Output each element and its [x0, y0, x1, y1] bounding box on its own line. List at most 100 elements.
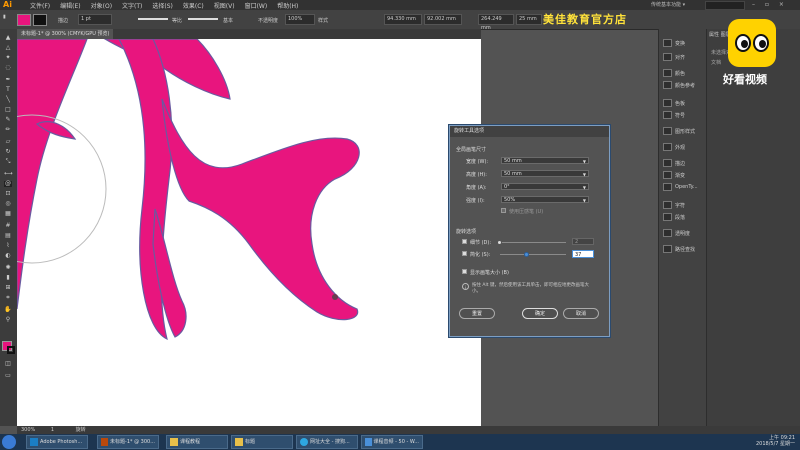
artboard[interactable] — [17, 39, 481, 426]
panel-color-guide[interactable]: 颜色参考 — [663, 81, 695, 89]
task-photoshop[interactable]: Adobe Photosh... — [26, 435, 88, 449]
menu-edit[interactable]: 编辑(E) — [60, 1, 80, 10]
reset-button[interactable]: 重置 — [459, 308, 495, 319]
menu-file[interactable]: 文件(F) — [30, 1, 50, 10]
task-label: 标题 — [245, 439, 256, 445]
menu-object[interactable]: 对象(O) — [91, 1, 112, 10]
pen-tool-icon[interactable]: ✒ — [4, 77, 12, 83]
pressure-checkbox[interactable] — [501, 208, 506, 213]
menu-select[interactable]: 选择(S) — [152, 1, 173, 10]
type-tool-icon[interactable]: T — [4, 87, 12, 93]
paintbrush-tool-icon[interactable]: ✎ — [4, 117, 12, 123]
task-illustrator[interactable]: 未标题-1* @ 300... — [97, 435, 159, 449]
search-field[interactable] — [705, 1, 745, 10]
system-clock[interactable]: 上午 09:21 2018/5/7 星期一 — [756, 435, 795, 447]
column-graph-tool-icon[interactable]: ▮ — [4, 275, 12, 281]
free-transform-tool-icon[interactable]: ⊡ — [4, 191, 12, 197]
artboard-number[interactable]: 1 — [51, 427, 54, 433]
hand-tool-icon[interactable]: ✋ — [4, 307, 12, 313]
perspective-grid-tool-icon[interactable]: ▦ — [4, 211, 12, 217]
detail-slider-knob[interactable] — [497, 240, 502, 245]
panel-stroke[interactable]: 描边 — [663, 159, 685, 167]
lasso-tool-icon[interactable]: ◌ — [4, 65, 12, 71]
menu-type[interactable]: 文字(T) — [122, 1, 142, 10]
fill-swatch[interactable] — [17, 14, 31, 26]
start-button-icon[interactable] — [2, 435, 16, 449]
ok-button[interactable]: 确定 — [522, 308, 558, 319]
symbol-sprayer-tool-icon[interactable]: ✺ — [4, 265, 12, 271]
profile-label[interactable]: 等比 — [172, 17, 182, 24]
document-tab[interactable]: 未标题-1* @ 300% (CMYK/GPU 预览) — [17, 29, 114, 39]
simplify-checkbox[interactable] — [462, 251, 467, 256]
pencil-tool-icon[interactable]: ✏ — [4, 127, 12, 133]
toolbar-stroke-swatch[interactable] — [7, 346, 15, 354]
task-audio[interactable]: 课程音频 - 50 - W... — [361, 435, 423, 449]
panel-align[interactable]: 对齐 — [663, 53, 685, 61]
task-folder-title[interactable]: 标题 — [231, 435, 293, 449]
panel-swatches[interactable]: 色板 — [663, 99, 685, 107]
twirl-tool-icon[interactable]: @ — [4, 181, 12, 187]
angle-select[interactable]: 0° ▼ — [501, 183, 589, 190]
panel-character[interactable]: 字符 — [663, 201, 685, 209]
stroke-swatch[interactable] — [33, 14, 47, 26]
shape-builder-tool-icon[interactable]: ◎ — [4, 201, 12, 207]
menu-effect[interactable]: 效果(C) — [183, 1, 204, 10]
width-select[interactable]: 50 mm ▼ — [501, 157, 589, 164]
rotate-tool-icon[interactable]: ↻ — [4, 149, 12, 155]
panel-gradient[interactable]: 渐变 — [663, 171, 685, 179]
panel-transform[interactable]: 变换 — [663, 39, 685, 47]
height-select[interactable]: 50 mm ▼ — [501, 170, 589, 177]
detail-value-field[interactable]: 2 — [572, 238, 594, 245]
eraser-tool-icon[interactable]: ▱ — [4, 139, 12, 145]
y-field[interactable]: 92.002 mm — [424, 14, 462, 25]
slice-tool-icon[interactable]: ⌗ — [4, 295, 12, 301]
window-controls[interactable]: – ▫ × — [752, 1, 788, 8]
width-tool-icon[interactable]: ⟷ — [4, 171, 13, 177]
artboard-tool-icon[interactable]: ⊞ — [4, 285, 12, 291]
zoom-tool-icon[interactable]: ⚲ — [4, 317, 12, 323]
panel-appearance[interactable]: 外观 — [663, 143, 685, 151]
panel-graphic-styles[interactable]: 图形样式 — [663, 127, 695, 135]
task-browser[interactable]: 网址大全 - 搜狗... — [296, 435, 358, 449]
panel-pathfinder[interactable]: 路径查找 — [663, 245, 695, 253]
detail-checkbox[interactable] — [462, 239, 467, 244]
mesh-tool-icon[interactable]: # — [4, 223, 12, 229]
blend-tool-icon[interactable]: ◐ — [4, 253, 12, 259]
rectangle-tool-icon[interactable]: □ — [4, 107, 12, 113]
folder-icon — [170, 438, 178, 446]
task-folder-course[interactable]: 课程教程 — [166, 435, 228, 449]
show-brush-size-checkbox[interactable] — [462, 269, 467, 274]
simplify-slider-knob[interactable] — [524, 252, 529, 257]
intensity-select[interactable]: 50% ▼ — [501, 196, 589, 203]
screen-mode-icon[interactable]: ▭ — [4, 373, 12, 379]
scale-tool-icon[interactable]: ⤡ — [4, 159, 12, 165]
panel-opentype[interactable]: OpenTy... — [663, 183, 698, 191]
line-tool-icon[interactable]: ╲ — [4, 97, 12, 103]
opacity-field[interactable]: 100% — [285, 14, 315, 25]
w-field[interactable]: 264.249 mm — [478, 14, 514, 31]
workspace-switcher[interactable]: 传统基本功能 ▾ — [651, 1, 685, 8]
x-field[interactable]: 94.330 mm — [384, 14, 422, 25]
panel-color[interactable]: 颜色 — [663, 69, 685, 77]
brush-label[interactable]: 基本 — [223, 17, 233, 24]
simplify-value-field[interactable]: 37 — [572, 250, 594, 258]
detail-slider-track[interactable] — [500, 242, 566, 243]
menu-view[interactable]: 视图(V) — [214, 1, 235, 10]
menu-help[interactable]: 帮助(H) — [277, 1, 298, 10]
stroke-weight-field[interactable]: 1 pt — [78, 14, 112, 25]
zoom-level[interactable]: 300% — [21, 427, 35, 433]
panel-paragraph[interactable]: 段落 — [663, 213, 685, 221]
panel-transparency[interactable]: 透明度 — [663, 229, 690, 237]
simplify-slider-track[interactable] — [500, 254, 566, 255]
panel-symbols[interactable]: 符号 — [663, 111, 685, 119]
draw-mode-icon[interactable]: ◫ — [4, 361, 12, 367]
h-field[interactable]: 25 mm — [516, 14, 542, 25]
magic-wand-tool-icon[interactable]: ✦ — [4, 55, 12, 61]
eyedropper-tool-icon[interactable]: ⌇ — [4, 243, 12, 249]
menu-window[interactable]: 窗口(W) — [245, 1, 268, 10]
cancel-button[interactable]: 取消 — [563, 308, 599, 319]
selection-tool-icon[interactable]: ▲ — [4, 35, 12, 41]
gradient-tool-icon[interactable]: ▤ — [4, 233, 12, 239]
properties-panel: 属性 图层 库 未选择对象 文档 — [706, 29, 800, 426]
direct-selection-tool-icon[interactable]: △ — [4, 45, 12, 51]
